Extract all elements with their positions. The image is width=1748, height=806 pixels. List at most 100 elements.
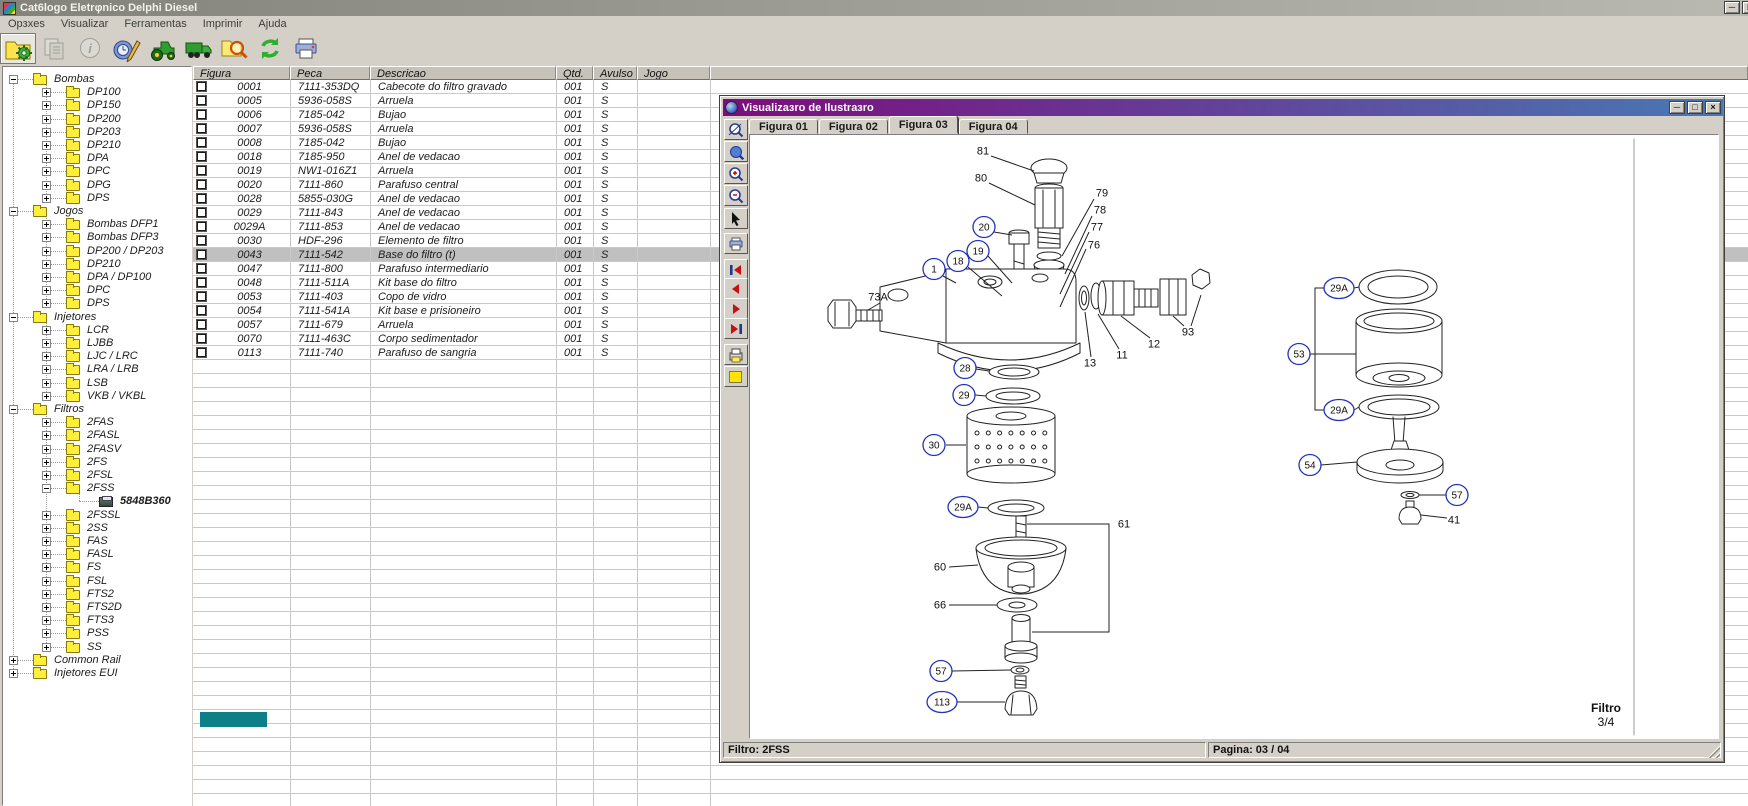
row-checkbox[interactable] [197, 124, 206, 133]
collapse-icon[interactable] [42, 484, 51, 493]
row-checkbox[interactable] [197, 334, 206, 343]
expand-icon[interactable] [42, 431, 51, 440]
row-checkbox[interactable] [197, 166, 206, 175]
tree-item-label[interactable]: 2SS [84, 522, 111, 534]
column-header-figura[interactable]: Figura [193, 66, 290, 80]
tree-item-label[interactable]: 5848B360 [117, 495, 174, 507]
tree-item-label[interactable]: DPC [84, 165, 113, 177]
tree-item-label[interactable]: DPS [84, 192, 113, 204]
diagram-callout-11[interactable]: 11 [1098, 314, 1128, 362]
expand-icon[interactable] [42, 194, 51, 203]
tractor-applications-button[interactable] [144, 33, 180, 64]
diagram-callout-12[interactable]: 12 [1121, 316, 1160, 351]
tab-figura-02[interactable]: Figura 02 [819, 119, 888, 134]
nav-next-button[interactable] [724, 298, 748, 319]
expand-icon[interactable] [42, 524, 51, 533]
tree-item-label[interactable]: FS [84, 561, 104, 573]
tree-item-label[interactable]: DP210 [84, 258, 124, 270]
tree-item-label[interactable]: 2FSSL [84, 509, 124, 521]
expand-icon[interactable] [42, 379, 51, 388]
tree-item-label[interactable]: LJBB [84, 337, 116, 349]
refresh-button[interactable] [252, 33, 288, 64]
annotate-button[interactable] [108, 33, 144, 64]
diagram-callout-80[interactable]: 80 [975, 173, 1035, 206]
tree-item-label[interactable]: FSL [84, 575, 110, 587]
diagram-callout-29[interactable]: 29 [953, 385, 986, 406]
tree-item-label[interactable]: FAS [84, 535, 111, 547]
diagram-callout-29A[interactable]: 29A [948, 497, 988, 518]
expand-icon[interactable] [42, 590, 51, 599]
tree-item-label[interactable]: 2FS [84, 456, 110, 468]
menu-imprimir[interactable]: Imprimir [195, 16, 251, 33]
expand-icon[interactable] [9, 656, 18, 665]
expand-icon[interactable] [42, 365, 51, 374]
tree-item-label[interactable]: FTS2 [84, 588, 117, 600]
table-row-empty[interactable] [193, 766, 1748, 780]
expand-icon[interactable] [42, 563, 51, 572]
expand-icon[interactable] [42, 167, 51, 176]
column-header-jogo[interactable]: Jogo [637, 66, 710, 80]
table-row[interactable]: 00017111-353DQCabecote do filtro gravado… [193, 80, 1748, 94]
expand-icon[interactable] [9, 669, 18, 678]
row-checkbox[interactable] [197, 222, 206, 231]
diagram-callout-81[interactable]: 81 [977, 146, 1034, 172]
diagram-callout-29A[interactable]: 29A [1324, 278, 1359, 299]
row-checkbox[interactable] [197, 180, 206, 189]
tree-item-label[interactable]: DP100 [84, 86, 124, 98]
table-row-empty[interactable] [193, 794, 1748, 806]
tree-item-label[interactable]: FTS3 [84, 614, 117, 626]
expand-icon[interactable] [42, 643, 51, 652]
expand-icon[interactable] [42, 220, 51, 229]
zoom-dynamic-button[interactable] [724, 141, 748, 162]
diagram-callout-30[interactable]: 30 [923, 435, 966, 456]
diagram-callout-29A[interactable]: 29A [1324, 400, 1359, 421]
tree-item-label[interactable]: 2FASV [84, 443, 124, 455]
main-minimize-button[interactable]: ─ [1724, 1, 1740, 14]
tree-item-label[interactable]: 2FAS [84, 416, 117, 428]
tree-item-label[interactable]: Filtros [51, 403, 87, 415]
row-checkbox[interactable] [197, 152, 206, 161]
row-checkbox[interactable] [197, 194, 206, 203]
catalog-tree[interactable]: BombasDP100DP150DP200DP203DP210DPADPCDPG… [2, 66, 192, 806]
viewer-maximize-button[interactable]: □ [1687, 101, 1703, 114]
row-checkbox[interactable] [197, 208, 206, 217]
tree-item-label[interactable]: Bombas [51, 73, 97, 85]
tree-item-label[interactable]: DP150 [84, 99, 124, 111]
expand-icon[interactable] [42, 260, 51, 269]
diagram-callout-20[interactable]: 20 [973, 217, 1012, 238]
print-button[interactable] [724, 233, 748, 254]
expand-icon[interactable] [42, 128, 51, 137]
zoom-out-button[interactable] [724, 185, 748, 206]
menu-ferramentas[interactable]: Ferramentas [116, 16, 194, 33]
expand-icon[interactable] [42, 629, 51, 638]
nav-prev-button[interactable] [724, 278, 748, 299]
menu-ajuda[interactable]: Ajuda [250, 16, 294, 33]
expand-icon[interactable] [42, 115, 51, 124]
tab-figura-01[interactable]: Figura 01 [749, 119, 818, 134]
diagram-callout-57[interactable]: 57 [930, 661, 1011, 682]
row-checkbox[interactable] [197, 306, 206, 315]
viewer-minimize-button[interactable]: ─ [1669, 101, 1685, 114]
column-header-descricao[interactable]: Descricao [370, 66, 556, 80]
print-button[interactable] [288, 33, 324, 64]
diagram-callout-41[interactable]: 41 [1421, 515, 1460, 527]
expand-icon[interactable] [42, 352, 51, 361]
expand-icon[interactable] [42, 471, 51, 480]
tree-item-label[interactable]: DPA [84, 152, 112, 164]
diagram-callout-13[interactable]: 13 [1084, 312, 1096, 370]
diagram-callout-57[interactable]: 57 [1419, 485, 1468, 506]
collapse-icon[interactable] [9, 405, 18, 414]
zoom-region-button[interactable] [724, 119, 748, 140]
expand-icon[interactable] [42, 511, 51, 520]
expand-icon[interactable] [42, 577, 51, 586]
tree-item-label[interactable]: PSS [84, 627, 112, 639]
expand-icon[interactable] [42, 247, 51, 256]
viewer-close-button[interactable]: × [1705, 101, 1721, 114]
tree-item-label[interactable]: FTS2D [84, 601, 125, 613]
tree-item-label[interactable]: DPA / DP100 [84, 271, 154, 283]
expand-icon[interactable] [42, 326, 51, 335]
expand-icon[interactable] [42, 392, 51, 401]
tree-item-label[interactable]: LSB [84, 377, 111, 389]
row-checkbox[interactable] [197, 82, 206, 91]
tree-item-label[interactable]: LJC / LRC [84, 350, 141, 362]
